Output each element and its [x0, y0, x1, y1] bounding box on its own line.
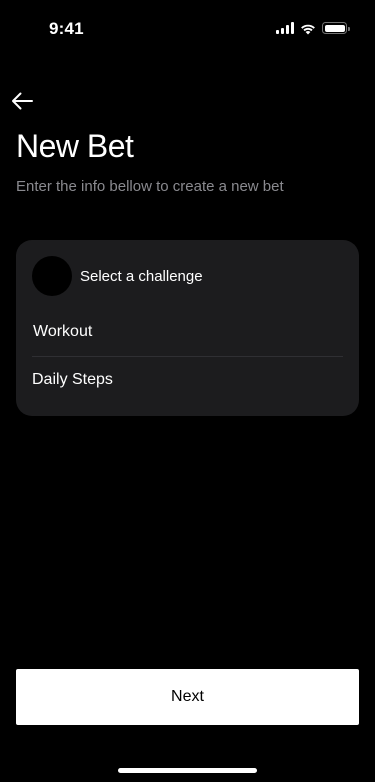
- challenge-option-label: Workout: [33, 323, 93, 340]
- challenge-option-daily-steps[interactable]: Daily Steps: [32, 356, 343, 404]
- challenge-card-title: Select a challenge: [80, 267, 203, 285]
- status-time: 9:41: [49, 19, 84, 38]
- next-button[interactable]: Next: [16, 669, 359, 725]
- page-title: New Bet: [16, 128, 134, 164]
- wifi-icon: [300, 22, 316, 35]
- challenge-avatar: [32, 256, 72, 296]
- page-subtitle: Enter the info bellow to create a new be…: [16, 178, 284, 195]
- challenge-option-workout[interactable]: Workout: [32, 308, 343, 356]
- status-bar: 9:41: [0, 0, 375, 54]
- cellular-signal-icon: [276, 22, 294, 34]
- challenge-card-header: Select a challenge: [32, 256, 203, 296]
- battery-icon: [322, 22, 350, 34]
- status-icons: [276, 22, 350, 35]
- back-button[interactable]: [10, 89, 34, 113]
- home-indicator: [118, 768, 257, 773]
- challenge-option-label: Daily Steps: [32, 371, 113, 388]
- new-bet-screen: 9:41 New Bet Enter the info bellow to cr…: [0, 0, 375, 782]
- arrow-left-icon: [12, 92, 33, 110]
- challenge-card: Select a challenge Workout Daily Steps: [16, 240, 359, 416]
